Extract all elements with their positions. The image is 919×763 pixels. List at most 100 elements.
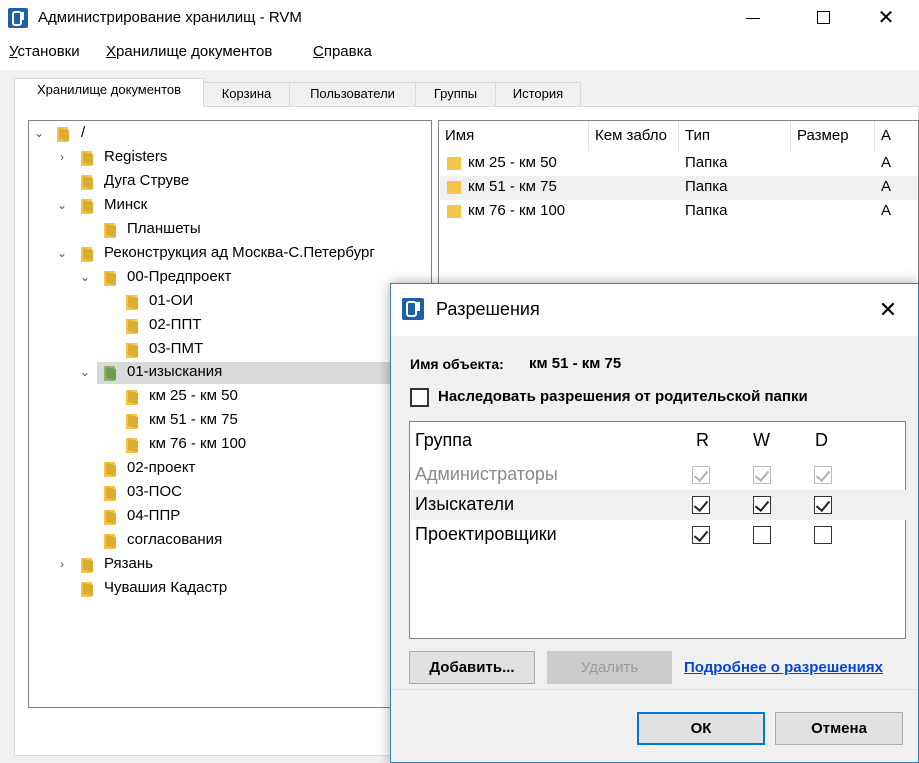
- group-name: Изыскатели: [415, 494, 515, 514]
- write-checkbox[interactable]: [753, 496, 771, 514]
- tree-node[interactable]: › Registers: [29, 147, 431, 169]
- title-bar: Администрирование хранилищ - RVM ✕: [0, 0, 919, 36]
- permission-row[interactable]: Изыскатели: [411, 490, 906, 520]
- tree-node-label: Рязань: [104, 555, 153, 572]
- inherit-permissions-label[interactable]: Наследовать разрешения от родительской п…: [438, 388, 808, 405]
- folder-tree[interactable]: ⌄ / › Registers Дуга Струве ⌄ Минск План…: [28, 120, 432, 708]
- tree-node[interactable]: 01-ОИ: [29, 291, 431, 313]
- column-header-name[interactable]: Имя: [439, 121, 589, 151]
- window-title: Администрирование хранилищ - RVM: [38, 9, 302, 26]
- tree-node[interactable]: ⌄ Реконструкция ад Москва-С.Петербург: [29, 243, 431, 265]
- column-header-delete: D: [815, 430, 828, 450]
- tree-node-label: Планшеты: [127, 220, 201, 237]
- folder-icon: [126, 414, 140, 429]
- list-item-name: км 76 - км 100: [468, 202, 566, 219]
- folder-icon: [447, 205, 461, 218]
- tree-node[interactable]: 02-ППТ: [29, 315, 431, 337]
- tree-node-label: 02-ППТ: [149, 316, 202, 333]
- list-item-extra: А: [881, 178, 892, 195]
- tree-node-label: 03-ПОС: [127, 483, 182, 500]
- tree-node[interactable]: Планшеты: [29, 219, 431, 241]
- folder-icon: [57, 127, 71, 142]
- tree-node[interactable]: ⌄ Минск: [29, 195, 431, 217]
- folder-icon: [81, 558, 95, 573]
- tab-document-storage[interactable]: Хранилище документов: [14, 78, 204, 107]
- column-header-size[interactable]: Размер: [791, 121, 875, 151]
- chevron-right-icon[interactable]: ›: [56, 150, 68, 164]
- maximize-button[interactable]: [800, 0, 846, 36]
- permission-row[interactable]: Проектировщики: [411, 520, 906, 550]
- delete-checkbox[interactable]: [814, 526, 832, 544]
- chevron-down-icon[interactable]: ⌄: [33, 126, 45, 140]
- object-name-label: Имя объекта:: [410, 356, 504, 372]
- read-checkbox[interactable]: [692, 496, 710, 514]
- permissions-help-link[interactable]: Подробнее о разрешениях: [684, 659, 883, 676]
- list-item[interactable]: км 76 - км 100 Папка А: [440, 200, 918, 224]
- menu-settings[interactable]: Установки: [9, 43, 80, 60]
- tree-node[interactable]: 03-ПОС: [29, 482, 431, 504]
- tree-node[interactable]: ⌄ /: [29, 123, 431, 145]
- tree-node[interactable]: › Рязань: [29, 554, 431, 576]
- tree-node[interactable]: км 76 - км 100: [29, 434, 431, 456]
- chevron-down-icon[interactable]: ⌄: [56, 198, 68, 212]
- tree-node-label: Registers: [104, 148, 168, 165]
- tree-node[interactable]: 04-ППР: [29, 506, 431, 528]
- folder-icon: [104, 223, 118, 238]
- column-header-label: А: [881, 127, 892, 144]
- tree-node[interactable]: Дуга Струве: [29, 171, 431, 193]
- write-checkbox[interactable]: [753, 526, 771, 544]
- tree-node-selected[interactable]: ⌄ 01-изыскания: [29, 362, 431, 384]
- folder-icon: [81, 175, 95, 190]
- tree-node[interactable]: ⌄ 00-Предпроект: [29, 267, 431, 289]
- close-button[interactable]: ✕: [863, 0, 909, 36]
- ok-button[interactable]: ОК: [637, 712, 765, 745]
- folder-icon: [126, 438, 140, 453]
- folder-icon: [126, 390, 140, 405]
- permissions-grid: Группа R W D Администраторы Изыскатели П…: [409, 421, 906, 639]
- column-header-locked-by[interactable]: Кем забло: [589, 121, 679, 151]
- list-item[interactable]: км 25 - км 50 Папка А: [440, 152, 918, 176]
- chevron-down-icon[interactable]: ⌄: [79, 365, 91, 379]
- folder-icon: [81, 199, 95, 214]
- delete-checkbox[interactable]: [814, 496, 832, 514]
- column-header-extra[interactable]: А: [875, 121, 918, 151]
- chevron-down-icon[interactable]: ⌄: [56, 246, 68, 260]
- tab-history[interactable]: История: [495, 82, 581, 106]
- permission-row: Администраторы: [411, 460, 906, 490]
- read-checkbox[interactable]: [692, 526, 710, 544]
- sort-ascending-icon: ⌃: [509, 121, 518, 122]
- chevron-down-icon[interactable]: ⌄: [79, 270, 91, 284]
- app-icon: [8, 8, 28, 28]
- delete-button: Удалить: [547, 651, 672, 684]
- menu-help[interactable]: Справка: [313, 43, 372, 60]
- add-button[interactable]: Добавить...: [409, 651, 535, 684]
- minimize-icon: [746, 18, 760, 19]
- read-checkbox: [692, 466, 710, 484]
- tree-node[interactable]: км 25 - км 50: [29, 386, 431, 408]
- tab-users[interactable]: Пользователи: [289, 82, 416, 106]
- folder-icon: [81, 247, 95, 262]
- folder-icon: [104, 462, 118, 477]
- tree-node-label: согласования: [127, 531, 223, 548]
- tree-node[interactable]: 02-проект: [29, 458, 431, 480]
- cancel-button[interactable]: Отмена: [775, 712, 903, 745]
- list-item[interactable]: км 51 - км 75 Папка А: [440, 176, 918, 200]
- column-header-type[interactable]: Тип: [679, 121, 791, 151]
- dialog-close-button[interactable]: ✕: [869, 292, 907, 328]
- tree-node-label: 03-ПМТ: [149, 340, 204, 357]
- tree-node[interactable]: 03-ПМТ: [29, 339, 431, 361]
- tree-node[interactable]: Чувашия Кадастр: [29, 578, 431, 600]
- tree-node-label: Чувашия Кадастр: [104, 579, 228, 596]
- tab-groups[interactable]: Группы: [415, 82, 496, 106]
- folder-icon: [126, 319, 140, 334]
- list-item-type: Папка: [685, 178, 728, 195]
- menu-bar: Установки Хранилище документов Справка: [0, 40, 919, 66]
- minimize-button[interactable]: [730, 0, 776, 36]
- inherit-permissions-checkbox[interactable]: [410, 388, 429, 407]
- tree-node[interactable]: км 51 - км 75: [29, 410, 431, 432]
- chevron-right-icon[interactable]: ›: [56, 557, 68, 571]
- delete-checkbox: [814, 466, 832, 484]
- tree-node[interactable]: согласования: [29, 530, 431, 552]
- tab-trash[interactable]: Корзина: [203, 82, 290, 106]
- menu-document-storage[interactable]: Хранилище документов: [106, 43, 272, 60]
